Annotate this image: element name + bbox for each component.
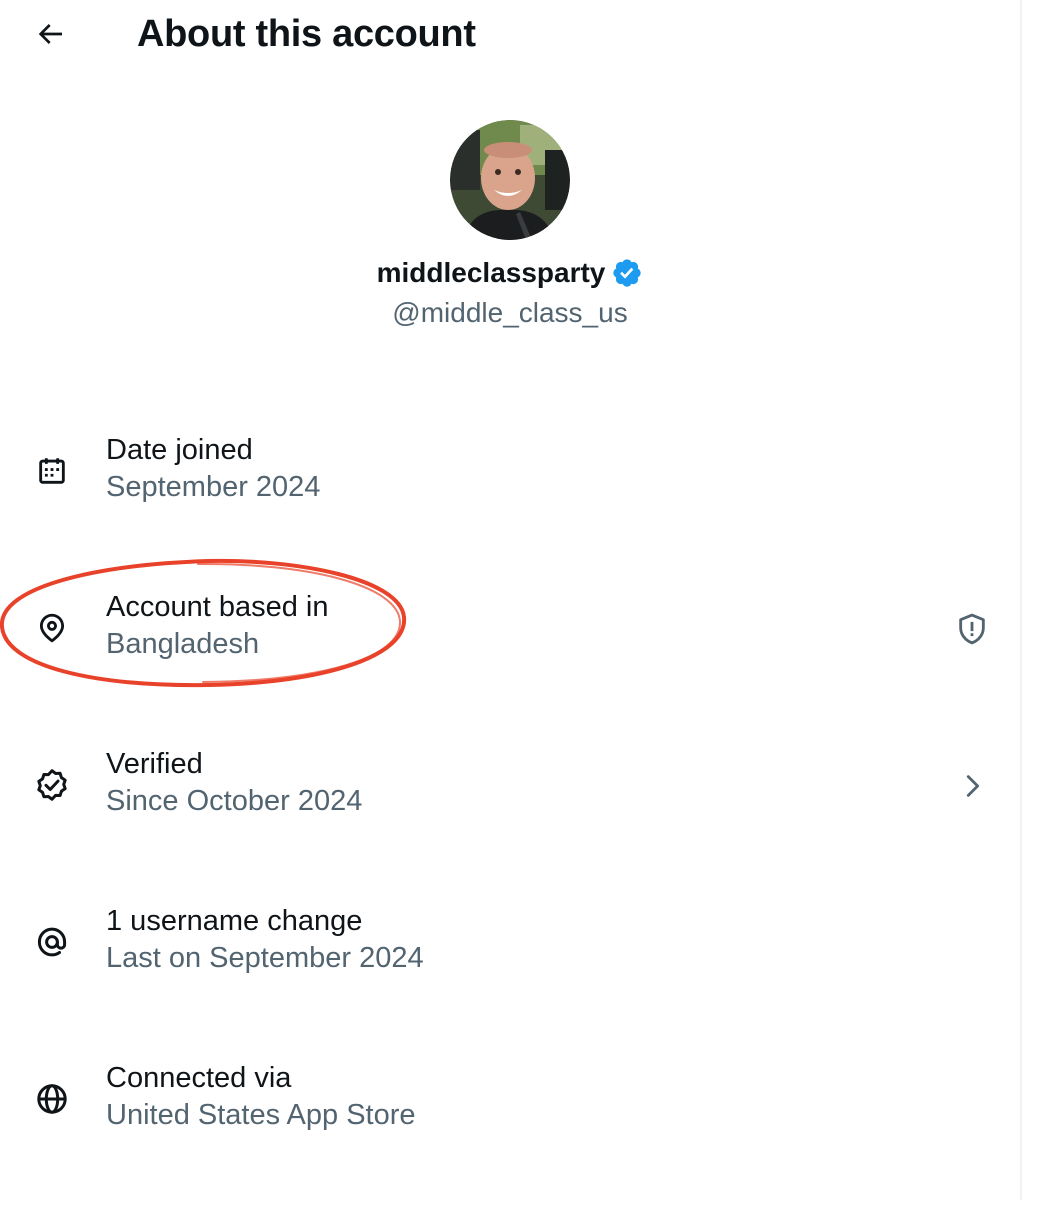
row-text: Date joined September 2024 (106, 432, 320, 506)
row-label: 1 username change (106, 905, 363, 937)
calendar-icon (33, 452, 71, 490)
profile-section: middleclassparty @middle_class_us (0, 120, 1020, 330)
row-username-change: 1 username change Last on September 2024 (0, 891, 1020, 1048)
row-text: 1 username change Last on September 2024 (106, 903, 424, 977)
header: About this account (0, 0, 1020, 70)
row-text: Verified Since October 2024 (106, 746, 362, 820)
location-pin-icon (33, 609, 71, 647)
chevron-right-icon[interactable] (952, 766, 992, 806)
row-label: Verified (106, 748, 203, 780)
row-verified[interactable]: Verified Since October 2024 (0, 734, 1020, 891)
row-value: September 2024 (106, 471, 321, 503)
row-label: Account based in (106, 591, 329, 623)
row-connected-via: Connected via United States App Store (0, 1048, 1020, 1205)
row-value: Last on September 2024 (106, 942, 424, 974)
row-label: Date joined (106, 434, 253, 466)
display-name: middleclassparty (376, 257, 606, 288)
row-date-joined: Date joined September 2024 (0, 420, 1020, 577)
row-value: Bangladesh (106, 628, 260, 660)
row-value: Since October 2024 (106, 785, 363, 817)
display-name-row: middleclassparty (0, 256, 1020, 290)
back-button[interactable] (28, 14, 72, 54)
page-title: About this account (137, 13, 476, 55)
avatar[interactable] (450, 120, 570, 240)
row-text: Connected via United States App Store (106, 1060, 416, 1134)
username: @middle_class_us (392, 297, 628, 328)
at-sign-icon (33, 923, 71, 961)
row-account-based-in: Account based in Bangladesh (0, 577, 1020, 734)
row-label: Connected via (106, 1062, 292, 1094)
globe-icon (33, 1080, 71, 1118)
verified-badge-outline-icon (33, 766, 71, 804)
row-text: Account based in Bangladesh (106, 589, 328, 663)
verified-badge-icon (613, 259, 642, 287)
right-divider (1020, 0, 1022, 1200)
arrow-left-icon (38, 24, 62, 44)
shield-alert-icon[interactable] (952, 609, 992, 649)
account-info-list: Date joined September 2024 Account based… (0, 420, 1020, 1205)
row-value: United States App Store (106, 1099, 416, 1131)
